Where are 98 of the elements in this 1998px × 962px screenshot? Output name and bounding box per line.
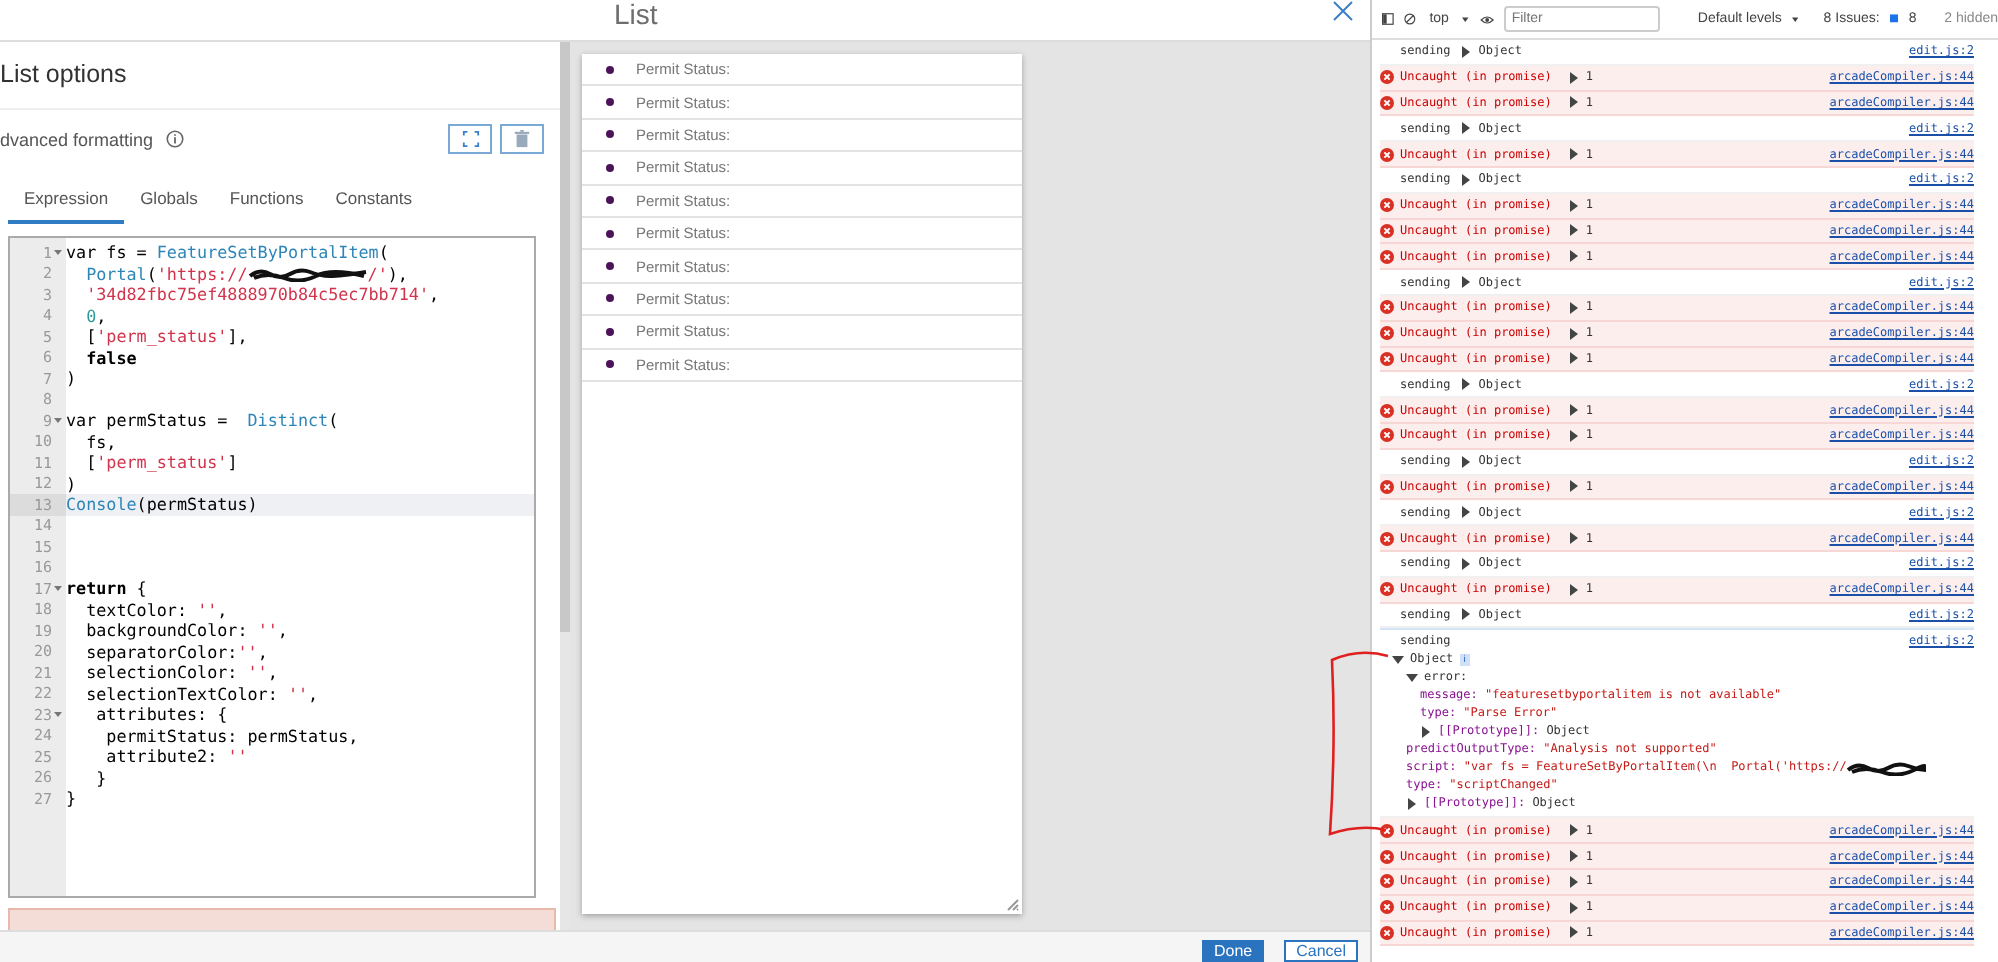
fold-arrow-icon[interactable] [54,584,62,593]
code-line: selectionColor: '', [84,662,278,684]
code-line: Portal('https:// [84,263,248,285]
panel-title: List options [0,60,127,88]
eye-icon[interactable] [1479,11,1494,27]
editor-tab[interactable]: Expression [8,184,125,225]
error-icon [1380,147,1394,162]
code-line: textColor: '', [84,599,228,621]
code-line: var permStatus = Distinct( [66,410,339,432]
bullet-dot [606,196,614,205]
bullet-dot [606,65,614,74]
expand-arrow-icon[interactable] [1420,725,1432,738]
bullet-dot [606,360,614,369]
error-icon [1380,925,1394,940]
sidebar-icon[interactable] [1382,10,1394,28]
expand-arrow-icon[interactable] [1392,653,1404,666]
fold-arrow-icon[interactable] [54,416,62,425]
expand-arrow-icon[interactable] [1567,583,1580,596]
code-line: ) [66,473,77,495]
code-line: ['perm_status'], [84,326,248,348]
caret-icon [1791,15,1799,23]
code-line: Console(permStatus) [66,494,258,516]
code-line: } [66,788,77,810]
cancel-button[interactable]: Cancel [1284,940,1358,962]
redaction-scribble [247,265,368,282]
bullet-dot [606,98,614,107]
code-line: ['perm_status'] [84,452,238,474]
trash-icon [514,130,530,149]
resize-grip-icon[interactable] [1006,898,1020,912]
code-line: separatorColor:'', [84,641,268,663]
code-line: ) [66,368,77,390]
error-icon [1380,900,1394,915]
scrollbar[interactable] [560,42,570,930]
expand-arrow-icon[interactable] [1567,480,1580,493]
error-icon [1380,823,1394,838]
close-icon[interactable] [1332,0,1354,22]
expand-arrow-icon[interactable] [1460,557,1473,570]
bullet-dot [606,130,614,139]
code-line: 0, [84,305,107,327]
code-line: var fs = FeatureSetByPortalItem( [66,242,389,264]
code-line: fs, [84,431,117,453]
error-icon [1380,874,1394,889]
error-icon [1380,198,1394,213]
code-line: '34d82fbc75ef4888970b84c5ec7bb714', [84,284,440,306]
fullscreen-button[interactable] [448,124,492,155]
editor-tab[interactable]: Globals [124,184,214,225]
bullet-dot [606,294,614,303]
error-icon [1380,300,1394,315]
expand-arrow-icon[interactable] [1460,506,1473,519]
error-icon [1380,223,1394,238]
error-icon [1380,326,1394,341]
code-line: false [84,347,137,369]
expand-arrow-icon[interactable] [1406,797,1418,810]
done-button[interactable]: Done [1201,940,1265,962]
bullet-dot [606,163,614,172]
expand-arrow-icon[interactable] [1460,122,1473,135]
expand-arrow-icon[interactable] [1406,671,1418,684]
error-icon [1380,428,1394,443]
code-line: selectionTextColor: '', [84,683,319,705]
clear-console-icon[interactable] [1403,10,1416,28]
error-icon [1380,95,1394,110]
fullscreen-icon [461,130,479,149]
bullet-dot [606,327,614,336]
expand-arrow-icon[interactable] [1460,45,1473,58]
issue-icon [1889,12,1899,26]
error-icon [1380,479,1394,494]
expand-arrow-icon[interactable] [1460,608,1473,621]
section-label: dvanced formatting [0,129,154,150]
error-icon [1380,403,1394,418]
fold-arrow-icon[interactable] [54,710,62,719]
code-editor[interactable] [8,236,536,899]
code-line: attribute2: '' [104,746,248,768]
info-icon[interactable] [165,130,184,149]
error-icon [1380,351,1394,366]
expand-arrow-icon[interactable] [1567,532,1580,545]
error-icon [1380,70,1394,85]
code-line: attributes: { [94,704,228,726]
code-line: backgroundColor: '', [84,620,288,642]
error-icon [1380,582,1394,597]
expand-arrow-icon[interactable] [1460,378,1473,391]
bullet-dot [606,262,614,271]
fold-arrow-icon[interactable] [54,248,62,257]
bullet-dot [606,229,614,238]
expand-arrow-icon[interactable] [1460,455,1473,468]
expand-arrow-icon[interactable] [1460,276,1473,289]
error-icon [1380,249,1394,264]
editor-tab[interactable]: Functions [213,184,320,225]
code-line: /'), [367,263,408,285]
dialog-title: List [614,0,658,30]
error-icon [1380,849,1394,864]
expand-arrow-icon[interactable] [1567,148,1580,161]
caret-icon [1462,15,1470,23]
error-icon [1380,531,1394,546]
code-line: } [94,767,107,789]
editor-tab[interactable]: Constants [319,184,429,225]
expand-arrow-icon[interactable] [1460,173,1473,186]
code-line: permitStatus: permStatus, [104,725,359,747]
code-line: return { [66,578,147,600]
